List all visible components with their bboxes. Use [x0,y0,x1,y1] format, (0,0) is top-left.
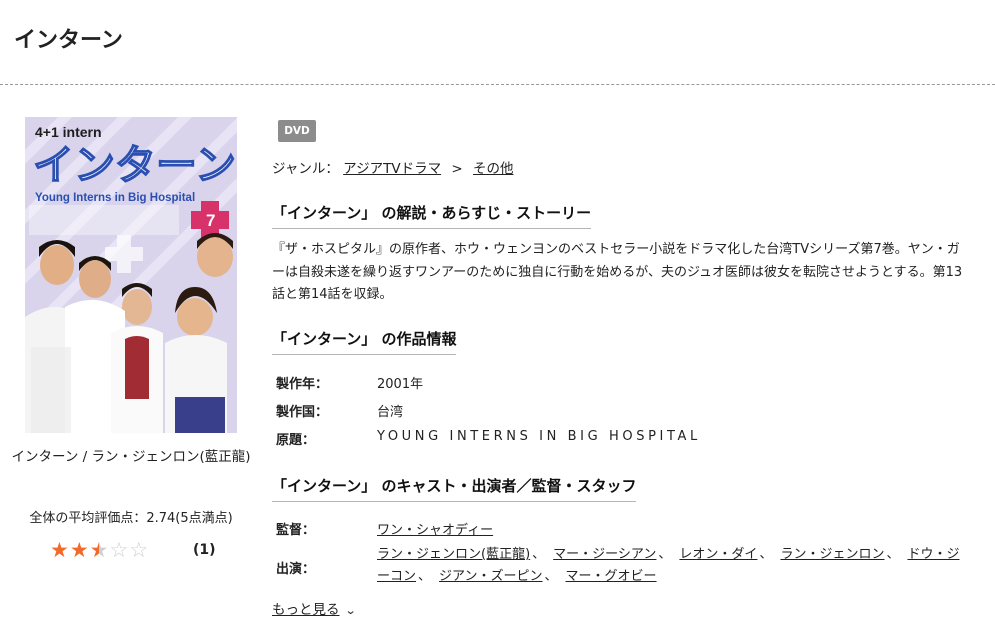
cast-link[interactable]: レオン・ダイ [679,547,757,562]
director-label: 監督： [276,523,316,538]
star-half-icon: ★ [89,538,109,562]
star-empty-icon: ☆ [129,538,149,562]
star-empty-icon: ☆ [109,538,129,562]
cast-link[interactable]: ラン・ジェンロン(藍正龍) [377,547,530,562]
cover-top-text: 4+1 intern [35,124,102,140]
cast-list: ラン・ジェンロン(藍正龍)、マー・ジーシアン、レオン・ダイ、ラン・ジェンロン、ド… [377,547,960,584]
genre-link-asia-tv-drama[interactable]: アジアTVドラマ [343,161,441,177]
dvd-cover-image[interactable]: 4+1 intern インターン Young Interns in Big Ho… [25,117,237,433]
star-icon: ★ [50,538,69,562]
page-title: インターン [14,28,123,53]
format-badge: DVD [278,120,316,142]
rating-stars: ★ ★ ★ ☆ ☆ [50,539,148,561]
average-rating-text: 全体の平均評価点：2.74(5点満点) [29,511,233,526]
genre-label: ジャンル： [272,161,339,177]
work-info-heading: 「インターン」 の作品情報 [272,328,457,355]
synopsis-text: 『ザ・ホスピタル』の原作者、ホウ・ウェンヨンのベストセラー小説をドラマ化した台湾… [272,242,963,302]
chevron-down-icon: ⌄ [344,604,357,617]
cover-title-text: インターン [33,141,236,189]
production-year-label: 製作年： [276,377,329,392]
show-more-link[interactable]: もっと見る ⌄ [272,598,357,618]
genre-breadcrumb: ジャンル： アジアTVドラマ > その他 [272,157,513,177]
genre-separator: > [451,161,463,177]
original-title-label: 原題： [276,433,316,448]
production-country-value: 台湾 [377,405,404,420]
title-divider [0,84,995,85]
review-count-link[interactable]: (1) [193,542,216,558]
cover-volume: 7 [206,211,215,230]
cast-link[interactable]: マー・グオビー [566,569,657,584]
cast-staff-heading: 「インターン」 のキャスト・出演者／監督・スタッフ [272,475,637,502]
cast-link[interactable]: マー・ジーシアン [553,547,656,562]
star-icon: ★ [69,538,89,562]
cover-caption: インターン / ラン・ジェンロン(藍正龍) [11,449,251,465]
cast-label: 出演： [276,562,316,577]
show-more-label: もっと見る [272,602,340,618]
cast-link[interactable]: ジアン・ズーピン [439,569,542,584]
production-year-value: 2001年 [377,377,424,392]
synopsis-heading: 「インターン」 の解説・あらすじ・ストーリー [272,202,592,229]
genre-link-other[interactable]: その他 [473,161,514,177]
production-country-label: 製作国： [276,405,329,420]
cover-subtitle-text: Young Interns in Big Hospital [35,192,195,204]
original-title-value: YOUNG INTERNS IN BIG HOSPITAL [377,429,701,444]
cast-link[interactable]: ラン・ジェンロン [780,547,884,562]
director-link[interactable]: ワン・シャオディー [377,519,493,538]
